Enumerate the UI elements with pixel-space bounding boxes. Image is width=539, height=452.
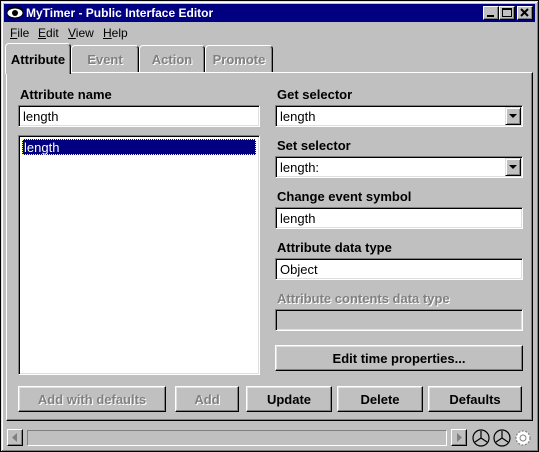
change-event-symbol-input[interactable]: length [275, 207, 523, 229]
close-button[interactable] [517, 6, 533, 20]
set-selector-combo[interactable]: length: [275, 156, 523, 178]
title-bar[interactable]: MyTimer - Public Interface Editor [4, 4, 535, 22]
tab-promote[interactable]: Promote [205, 45, 273, 73]
set-selector-dropdown-button[interactable] [505, 158, 521, 176]
chevron-down-icon [509, 114, 517, 118]
clock-icon[interactable] [492, 428, 512, 448]
status-scroll-track[interactable] [27, 430, 447, 446]
defaults-button[interactable]: Defaults [428, 386, 522, 412]
chevron-down-icon [509, 165, 517, 169]
gear-icon[interactable] [513, 428, 533, 448]
get-selector-value[interactable]: length [275, 105, 523, 127]
eye-app-icon[interactable] [6, 5, 24, 21]
tab-attribute[interactable]: Attribute [5, 43, 71, 74]
attribute-data-type-label: Attribute data type [277, 240, 392, 255]
attribute-name-label: Attribute name [20, 87, 112, 102]
update-button[interactable]: Update [246, 386, 332, 412]
get-selector-dropdown-button[interactable] [505, 107, 521, 125]
tab-action[interactable]: Action [139, 45, 205, 73]
status-bar [5, 427, 536, 449]
attribute-name-input[interactable]: length [18, 105, 260, 127]
timer-icon[interactable] [471, 428, 491, 448]
tab-event[interactable]: Event [71, 45, 139, 73]
attribute-contents-data-type-label: Attribute contents data type [277, 291, 450, 306]
attribute-data-type-input[interactable]: Object [275, 258, 523, 280]
menu-bar: File Edit View Help [5, 24, 535, 42]
set-selector-label: Set selector [277, 138, 351, 153]
arrow-right-icon [457, 433, 462, 442]
attribute-list[interactable]: length [18, 135, 260, 375]
minimize-button[interactable] [483, 6, 499, 20]
list-item[interactable]: length [22, 139, 256, 155]
delete-button[interactable]: Delete [337, 386, 423, 412]
get-selector-label: Get selector [277, 87, 353, 102]
scroll-right-button[interactable] [451, 429, 467, 446]
arrow-left-icon [12, 433, 17, 442]
menu-view[interactable]: View [68, 26, 94, 40]
maximize-button[interactable] [499, 6, 515, 20]
change-event-symbol-label: Change event symbol [277, 189, 412, 204]
add-button[interactable]: Add [175, 386, 239, 412]
set-selector-value[interactable]: length: [275, 156, 523, 178]
scroll-left-button[interactable] [7, 429, 23, 446]
window-title: MyTimer - Public Interface Editor [26, 6, 214, 20]
menu-edit[interactable]: Edit [38, 26, 59, 40]
get-selector-combo[interactable]: length [275, 105, 523, 127]
attribute-contents-data-type-input[interactable] [275, 309, 523, 331]
editor-window: MyTimer - Public Interface Editor File E… [0, 0, 539, 452]
menu-help[interactable]: Help [103, 26, 128, 40]
edit-time-properties-button[interactable]: Edit time properties... [275, 345, 523, 371]
menu-file[interactable]: File [10, 26, 29, 40]
add-with-defaults-button[interactable]: Add with defaults [18, 386, 166, 412]
